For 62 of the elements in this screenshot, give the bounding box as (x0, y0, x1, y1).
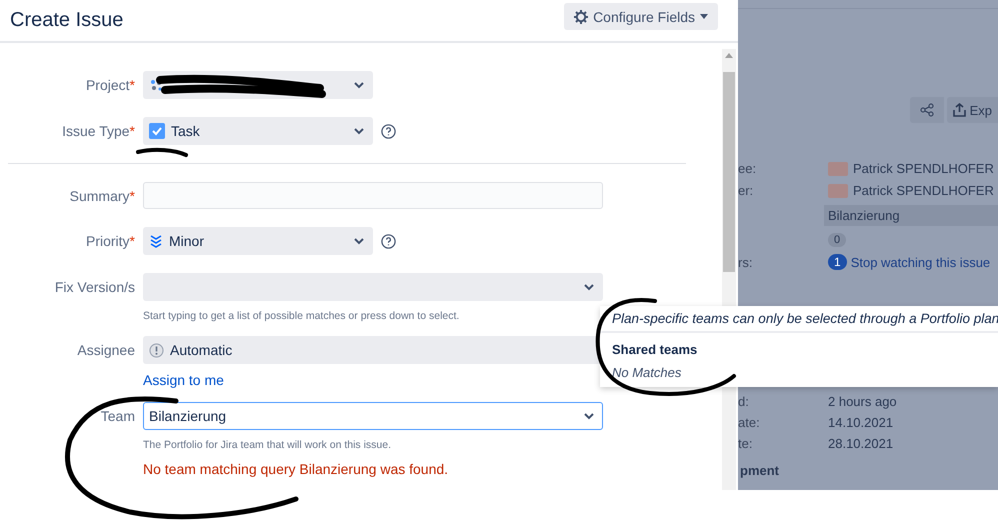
avatar-icon (828, 162, 848, 176)
detail-label: rs: (738, 254, 754, 270)
section-heading: pment (739, 463, 779, 478)
field-label: Summary (70, 188, 130, 204)
chevron-down-icon (354, 238, 364, 244)
user-name[interactable]: Patrick SPENDLHOFER (828, 161, 998, 176)
project-icon (149, 78, 163, 92)
field-hint: Start typing to get a list of possible matches or press down to select. (143, 310, 460, 322)
watcher-count: 1 (828, 254, 847, 270)
field-label: Issue Type (62, 123, 130, 139)
avatar-icon (828, 184, 848, 198)
select-field[interactable]: Minor (143, 227, 373, 255)
marker-underline (136, 148, 188, 157)
required-mark: * (130, 123, 135, 139)
export-button[interactable]: Exp (946, 97, 998, 123)
user-name[interactable]: Patrick SPENDLHOFER (828, 183, 998, 198)
field-label: Priority (86, 233, 130, 249)
chevron-down-icon (354, 128, 364, 134)
date-label: ate: (738, 415, 761, 430)
summary-field[interactable] (143, 182, 603, 209)
field-hint: The Portfolio for Jira team that will work on this issue. (143, 439, 392, 451)
date-value: 14.10.2021 (828, 415, 894, 430)
count-badge: 0 (828, 233, 846, 247)
dialog-title: Create Issue (10, 9, 124, 32)
detail-label: ee: (738, 161, 758, 176)
caret-icon (700, 14, 708, 19)
select-field[interactable]: Bilanzierung (143, 402, 603, 430)
group-heading: Shared teams (611, 341, 698, 359)
date-value: 28.10.2021 (828, 436, 894, 451)
required-mark: * (130, 188, 135, 204)
no-matches-text: No Matches (611, 364, 682, 382)
checkbox-icon (149, 123, 165, 139)
error-message: No team matching query Bilanzierung was found. (143, 461, 450, 477)
help-icon[interactable] (381, 234, 396, 248)
date-label: te: (738, 436, 754, 451)
field-label: Assignee (77, 342, 135, 358)
share-button[interactable] (910, 97, 944, 123)
date-value: 2 hours ago (828, 394, 898, 409)
required-mark: * (130, 233, 135, 249)
configure-fields-button[interactable]: Configure Fields (564, 3, 718, 30)
scroll-up-icon[interactable] (725, 53, 733, 58)
share-icon (920, 103, 934, 117)
field-label: Project (86, 77, 130, 93)
select-field[interactable]: Task (143, 117, 373, 145)
field-label: Team (100, 408, 135, 424)
settings-icon (574, 10, 588, 24)
chevron-down-icon (584, 412, 594, 420)
required-mark: * (130, 77, 135, 93)
date-label: d: (738, 394, 750, 409)
upload-icon (952, 103, 966, 117)
field-label: Fix Version/s (54, 279, 135, 295)
stop-watching-link[interactable]: Stop watching this issue (850, 254, 990, 270)
chevron-down-icon (354, 82, 364, 88)
assign-to-me-link[interactable]: Assign to me (143, 372, 224, 388)
detail-label: er: (738, 183, 754, 198)
chevrons-down-icon (149, 234, 163, 248)
help-icon[interactable] (381, 124, 396, 138)
avatar-icon (149, 342, 164, 358)
chevron-down-icon (584, 284, 594, 290)
team-value: Bilanzierung (824, 205, 998, 226)
select-field[interactable] (143, 273, 603, 301)
select-field[interactable]: Automatic (143, 336, 603, 364)
